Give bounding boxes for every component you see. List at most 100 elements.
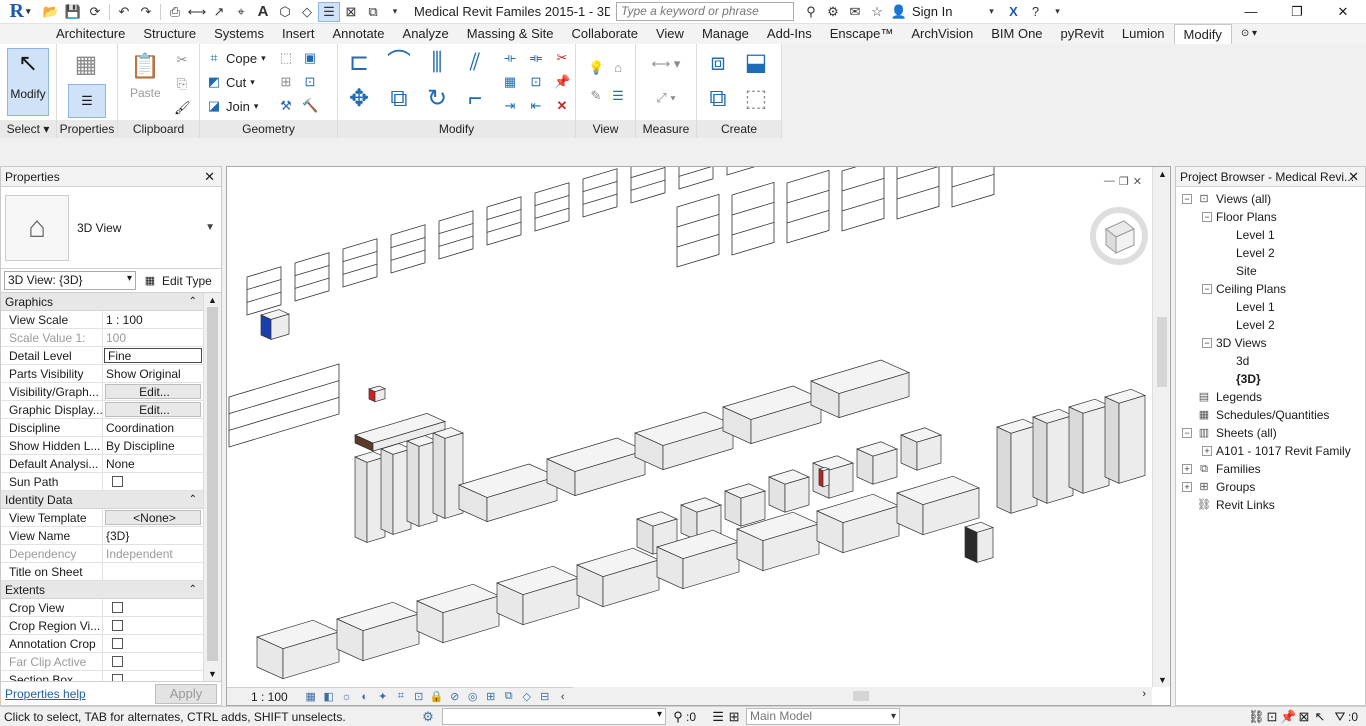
close-icon[interactable]: ✕ bbox=[1320, 0, 1366, 24]
browser-node[interactable]: + ⧉ Families bbox=[1176, 460, 1365, 478]
cut-geometry-button[interactable]: ◩ Cut ▾ bbox=[206, 74, 255, 90]
browser-node[interactable]: − ⊡ Views (all) bbox=[1176, 190, 1365, 208]
thin-lines-icon[interactable]: ☰ bbox=[318, 1, 340, 22]
browser-node[interactable]: Level 2 bbox=[1176, 316, 1365, 334]
scroll-up-icon[interactable]: ▲ bbox=[208, 295, 217, 305]
tab-insert[interactable]: Insert bbox=[273, 24, 324, 44]
trim-extend-icon[interactable]: ⌐ bbox=[460, 84, 490, 114]
chevron-down-icon[interactable]: ▼ bbox=[205, 222, 215, 233]
subscription-icon[interactable]: ⚙ bbox=[822, 2, 844, 22]
restore-icon[interactable]: ❐ bbox=[1274, 0, 1320, 24]
hide-in-view-icon[interactable]: 💡 bbox=[588, 60, 604, 76]
property-value[interactable]: By Discipline bbox=[103, 437, 203, 454]
default-3d-view-icon[interactable]: ⬡ bbox=[274, 2, 296, 22]
temporary-hide-icon[interactable]: ⊘ bbox=[446, 690, 464, 703]
scroll-thumb[interactable] bbox=[1157, 317, 1167, 387]
filter-icon[interactable]: ⚲ bbox=[670, 709, 686, 725]
bed-model[interactable] bbox=[816, 493, 900, 554]
bed-model[interactable] bbox=[576, 547, 660, 608]
cabinet-model[interactable] bbox=[768, 469, 810, 513]
shelving-model[interactable] bbox=[786, 169, 830, 244]
wall-joins-icon[interactable]: ⊞ bbox=[278, 74, 294, 90]
copy-clipboard-icon[interactable]: ⎘ bbox=[174, 76, 190, 92]
collapse-icon[interactable]: − bbox=[1182, 194, 1192, 204]
expand-icon[interactable]: + bbox=[1182, 464, 1192, 474]
property-group-header[interactable]: Extents ⌃ bbox=[1, 581, 203, 599]
property-value[interactable]: Fine bbox=[104, 348, 202, 363]
sofa-model[interactable] bbox=[634, 411, 734, 471]
minimize-icon[interactable]: — bbox=[1228, 0, 1274, 24]
align-icon[interactable]: ⊏ bbox=[344, 48, 374, 78]
editable-only-icon[interactable]: ☰ bbox=[710, 709, 726, 725]
sofa-model[interactable] bbox=[458, 463, 558, 523]
tab-modify[interactable]: Modify bbox=[1173, 24, 1232, 44]
close-icon[interactable]: ✕ bbox=[204, 167, 215, 187]
cart-model[interactable] bbox=[438, 210, 474, 260]
properties-title[interactable]: Properties ✕ bbox=[1, 167, 221, 187]
cart-model[interactable] bbox=[630, 167, 666, 204]
tab-bim-one[interactable]: BIM One bbox=[982, 24, 1051, 44]
linework-icon[interactable]: ✎ bbox=[588, 88, 604, 104]
scroll-thumb[interactable] bbox=[207, 307, 218, 661]
tab-massing-site[interactable]: Massing & Site bbox=[458, 24, 563, 44]
collapse-icon[interactable]: − bbox=[1202, 212, 1212, 222]
view-close-icon[interactable]: ✕ bbox=[1133, 175, 1142, 188]
show-crop-icon[interactable]: ⊡ bbox=[410, 690, 428, 703]
cart-model[interactable] bbox=[534, 182, 570, 232]
3d-model-drawing[interactable] bbox=[227, 167, 1152, 687]
collapse-icon[interactable]: ⌃ bbox=[189, 581, 197, 599]
sun-path-icon[interactable]: ☼ bbox=[338, 691, 356, 703]
pin-icon[interactable]: 📌 bbox=[554, 74, 570, 90]
horizontal-scrollbar[interactable]: › bbox=[573, 687, 1152, 705]
select-underlay-icon[interactable]: ⊡ bbox=[1264, 709, 1280, 725]
rotate-icon[interactable]: ↻ bbox=[422, 84, 452, 114]
paste-icon[interactable]: 📋 bbox=[130, 52, 160, 82]
property-edit-button[interactable]: Edit... bbox=[105, 402, 201, 417]
create-parts-icon[interactable]: ⬓ bbox=[741, 48, 771, 78]
instance-selector[interactable]: 3D View: {3D} bbox=[4, 271, 136, 290]
section-icon[interactable]: ◇ bbox=[296, 2, 318, 22]
property-value[interactable]: {3D} bbox=[103, 527, 203, 544]
text-icon[interactable]: A bbox=[252, 2, 274, 22]
hammer-icon[interactable]: 🔨 bbox=[302, 98, 318, 114]
property-value[interactable]: Show Original bbox=[103, 365, 203, 382]
cart-model[interactable] bbox=[582, 168, 618, 218]
save-icon[interactable]: 💾 bbox=[62, 2, 84, 22]
sync-icon[interactable]: ⟳ bbox=[84, 2, 106, 22]
property-checkbox[interactable] bbox=[112, 620, 123, 631]
constraints-icon[interactable]: ⊟ bbox=[536, 690, 554, 703]
open-icon[interactable]: 📂 bbox=[40, 2, 62, 22]
project-browser-title[interactable]: Project Browser - Medical Revi... ✕ bbox=[1176, 167, 1365, 187]
apply-button[interactable]: Apply bbox=[155, 683, 217, 704]
split-element-icon[interactable]: ⟛ bbox=[502, 50, 518, 66]
collapse-icon[interactable]: − bbox=[1182, 428, 1192, 438]
exchange-apps-icon[interactable]: X bbox=[1002, 2, 1024, 22]
shelving-model[interactable] bbox=[896, 167, 940, 220]
locker-model[interactable] bbox=[406, 435, 438, 527]
override-graphics-icon[interactable]: ⌂ bbox=[610, 60, 626, 76]
browser-node[interactable]: + A101 - 1017 Revit Family bbox=[1176, 442, 1365, 460]
property-checkbox[interactable] bbox=[112, 674, 123, 681]
create-similar-icon[interactable]: ⬚ bbox=[741, 84, 771, 114]
tag-icon[interactable]: ⌖ bbox=[230, 2, 252, 22]
switch-windows-icon[interactable]: ⧉ bbox=[362, 2, 384, 22]
user-icon[interactable]: 👤 bbox=[888, 2, 910, 22]
cart-model[interactable] bbox=[678, 167, 714, 190]
property-edit-button[interactable]: <None> bbox=[105, 510, 201, 525]
tab-lumion[interactable]: Lumion bbox=[1113, 24, 1174, 44]
properties-help-link[interactable]: Properties help bbox=[5, 687, 86, 701]
bed-model[interactable] bbox=[896, 475, 980, 536]
property-edit-button[interactable]: Edit... bbox=[105, 384, 201, 399]
scale-icon[interactable]: ⊡ bbox=[528, 74, 544, 90]
expand-icon[interactable]: + bbox=[1182, 482, 1192, 492]
close-hidden-icon[interactable]: ⊠ bbox=[340, 2, 362, 22]
cart-model[interactable] bbox=[726, 167, 761, 176]
tab-enscape[interactable]: Enscape™ bbox=[821, 24, 903, 44]
collapse-icon[interactable]: − bbox=[1202, 338, 1212, 348]
view-restore-icon[interactable]: ❐ bbox=[1119, 175, 1129, 188]
panel-label-select[interactable]: Select ▾ bbox=[0, 120, 56, 138]
browser-node[interactable]: − Floor Plans bbox=[1176, 208, 1365, 226]
wheelchair-model[interactable] bbox=[964, 521, 994, 563]
cabinet-model[interactable] bbox=[900, 427, 942, 471]
sofa-model[interactable] bbox=[810, 359, 910, 419]
